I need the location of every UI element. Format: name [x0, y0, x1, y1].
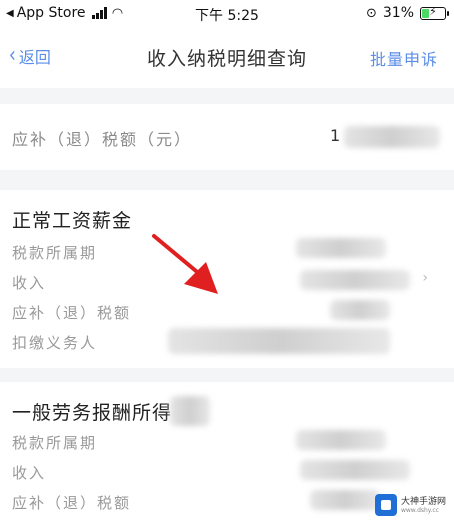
red-arrow-annotation — [152, 234, 218, 294]
income-type-title: 正常工资薪金 — [12, 210, 133, 232]
chevron-right-icon: › — [422, 270, 428, 286]
field-tax-due-label: 应补（退）税额 — [12, 494, 132, 512]
section-divider — [0, 368, 454, 382]
total-tax-row[interactable]: 应补（退）税额（元） 1 — [0, 104, 454, 170]
income-type-title: 一般劳务报酬所得 — [12, 402, 173, 424]
battery-percent: 31% — [382, 5, 414, 21]
field-income-label: 收入 — [12, 464, 47, 482]
blurred-value — [344, 126, 440, 148]
watermark: 大神手游网 www.dshy.cc — [374, 494, 446, 516]
blurred-value — [300, 460, 410, 480]
blurred-value — [330, 300, 390, 320]
blurred-value — [310, 490, 380, 510]
watermark-url: www.dshy.cc — [400, 506, 439, 514]
blurred-value — [170, 396, 210, 426]
blurred-value — [300, 270, 410, 290]
field-tax-period-label: 税款所属期 — [12, 244, 98, 262]
nav-bar: ‹ 返回 收入纳税明细查询 批量申诉 — [0, 28, 454, 88]
blurred-value — [296, 238, 386, 258]
status-bar: ◀ App Store ◠ 下午 5:25 ⊙ 31% ⚡ — [0, 0, 454, 28]
total-tax-label: 应补（退）税额（元） — [12, 130, 193, 149]
blurred-value — [296, 430, 386, 450]
total-tax-value: 1 — [330, 126, 341, 145]
field-tax-due-label: 应补（退）税额 — [12, 304, 132, 322]
batch-appeal-button[interactable]: 批量申诉 — [370, 46, 438, 70]
watermark-logo-icon — [374, 494, 397, 516]
field-withholder-label: 扣缴义务人 — [12, 334, 98, 352]
blurred-value — [168, 328, 390, 354]
rotation-lock-icon: ⊙ — [365, 5, 377, 21]
field-tax-period-label: 税款所属期 — [12, 434, 98, 452]
section-divider — [0, 170, 454, 190]
charging-bolt-icon: ⚡ — [429, 4, 437, 18]
status-right: ⊙ 31% ⚡ — [365, 4, 449, 21]
battery-icon: ⚡ — [420, 4, 449, 20]
section-divider — [0, 88, 454, 104]
watermark-name: 大神手游网 — [400, 496, 446, 507]
field-income-label: 收入 — [12, 274, 47, 292]
